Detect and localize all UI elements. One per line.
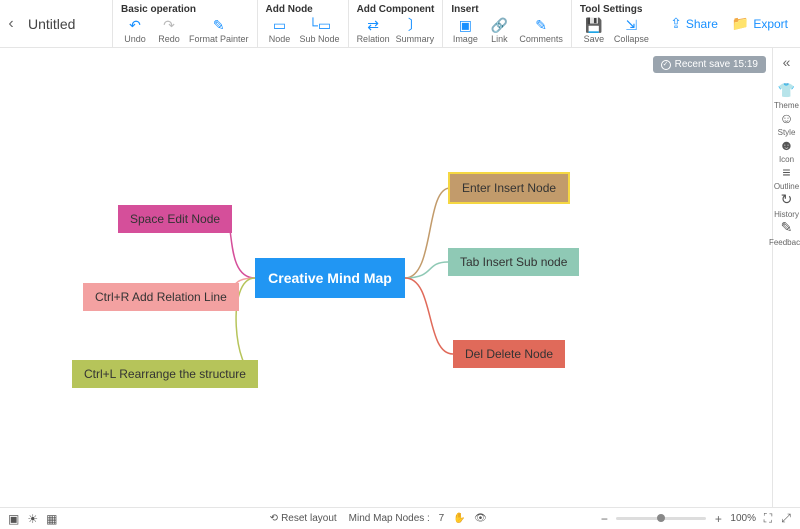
zoom-slider[interactable] [616,517,706,520]
history-icon: ↻ [781,191,793,208]
panel-history[interactable]: ↻ History [769,191,800,219]
group-title: Tool Settings [580,4,649,15]
toolbar-group-add-component: Add Component⇄Relation〕Summary [348,0,443,47]
icon-icon: ☻ [779,137,794,153]
mindmap-node[interactable]: Ctrl+L Rearrange the structure [72,360,258,388]
right-panel: « 👕 Theme☺ Style☻ Icon≡ Outline↻ History✎ Feed… [772,48,800,507]
panel-label: History [774,210,799,219]
tool-label: Format Painter [189,34,249,44]
autosave-badge: Recent save 15:19 [653,56,766,73]
panel-label: Icon [779,155,794,164]
mindmap-node[interactable]: Enter Insert Node [450,174,568,202]
undo-icon: ↶ [126,17,144,33]
link-icon: 🔗 [490,17,508,33]
node-button[interactable]: ▭Node [266,17,294,44]
view-dark-icon[interactable]: ☀ [27,512,38,526]
tool-label: Link [491,34,508,44]
summary-button[interactable]: 〕Summary [396,17,435,44]
save-icon: 💾 [585,17,603,33]
reset-layout-button[interactable]: ⟲Reset layout [270,513,337,524]
collapse-button[interactable]: ⇲Collapse [614,17,649,44]
collapse-icon: ⇲ [622,17,640,33]
tool-label: Comments [519,34,563,44]
group-title: Add Node [266,4,340,15]
theme-icon: 👕 [778,82,795,99]
mindmap-node[interactable]: Tab Insert Sub node [448,248,579,276]
link-button[interactable]: 🔗Link [485,17,513,44]
panel-label: Style [778,128,796,137]
panel-icon[interactable]: ☻ Icon [769,137,800,164]
fit-screen-icon[interactable]: ⛶ [762,511,774,526]
panel-label: Theme [774,101,799,110]
share-button[interactable]: ⇪Share [670,15,718,32]
node-icon: ▭ [271,17,289,33]
toolbar-group-tool-settings: Tool Settings💾Save⇲Collapse [571,0,657,47]
center-node[interactable]: Creative Mind Map [255,258,405,298]
mindmap-node[interactable]: Ctrl+R Add Relation Line [83,283,239,311]
group-title: Add Component [357,4,435,15]
zoom-level: 100% [730,513,756,524]
reset-icon: ⟲ [270,513,278,524]
back-button[interactable]: ‹ [0,0,22,47]
tool-label: Collapse [614,34,649,44]
style-icon: ☺ [779,110,793,126]
tool-label: Summary [396,34,435,44]
panel-outline[interactable]: ≡ Outline [769,164,800,191]
redo-icon: ↷ [160,17,178,33]
undo-button[interactable]: ↶Undo [121,17,149,44]
format-painter-icon: ✎ [210,17,228,33]
node-count: Mind Map Nodes : 7 ✋ 👁 [349,513,487,524]
group-title: Basic operation [121,4,249,15]
toolbar-group-add-node: Add Node▭Node└▭Sub Node [257,0,348,47]
panel-feedback[interactable]: ✎ Feedback [769,219,800,247]
status-bar: ▣ ☀ ▦ ⟲Reset layout Mind Map Nodes : 7 ✋… [0,507,800,529]
relation-icon: ⇄ [364,17,382,33]
tool-label: Undo [124,34,146,44]
tool-label: Node [269,34,291,44]
subnode-icon: └▭ [311,17,329,33]
tool-label: Sub Node [300,34,340,44]
tool-label: Redo [158,34,180,44]
group-title: Insert [451,4,563,15]
mindmap-node[interactable]: Space Edit Node [118,205,232,233]
view-grid-icon[interactable]: ▦ [46,512,57,526]
tool-label: Save [584,34,605,44]
image-icon: ▣ [456,17,474,33]
eye-icon[interactable]: 👁 [474,513,487,524]
toolbar-group-basic-operation: Basic operation↶Undo↷Redo✎Format Painter [112,0,257,47]
document-title[interactable]: Untitled [22,0,112,47]
panel-style[interactable]: ☺ Style [769,110,800,137]
outline-icon: ≡ [782,164,790,180]
zoom-in-button[interactable]: + [712,512,724,526]
relation-button[interactable]: ⇄Relation [357,17,390,44]
collapse-panel-icon[interactable]: « [783,54,791,70]
fullscreen-icon[interactable]: ⤢ [780,511,792,526]
zoom-out-button[interactable]: − [598,512,610,526]
export-icon: 📁 [732,15,749,32]
panel-theme[interactable]: 👕 Theme [769,82,800,110]
panel-label: Outline [774,182,799,191]
tool-label: Relation [357,34,390,44]
hand-icon[interactable]: ✋ [453,513,465,524]
share-icon: ⇪ [670,15,682,32]
format-painter-button[interactable]: ✎Format Painter [189,17,249,44]
image-button[interactable]: ▣Image [451,17,479,44]
view-presentation-icon[interactable]: ▣ [8,512,19,526]
export-button[interactable]: 📁Export [732,15,788,32]
comments-button[interactable]: ✎Comments [519,17,563,44]
toolbar-group-insert: Insert▣Image🔗Link✎Comments [442,0,571,47]
mindmap-node[interactable]: Del Delete Node [453,340,565,368]
redo-button: ↷Redo [155,17,183,44]
top-toolbar: ‹ Untitled Basic operation↶Undo↷Redo✎For… [0,0,800,48]
summary-icon: 〕 [406,17,424,33]
subnode-button[interactable]: └▭Sub Node [300,17,340,44]
save-button: 💾Save [580,17,608,44]
panel-label: Feedback [769,238,800,247]
feedback-icon: ✎ [781,219,793,236]
tool-label: Image [453,34,478,44]
canvas[interactable]: Recent save 15:19 Creative Mind Map Enter… [0,48,772,507]
comments-icon: ✎ [532,17,550,33]
